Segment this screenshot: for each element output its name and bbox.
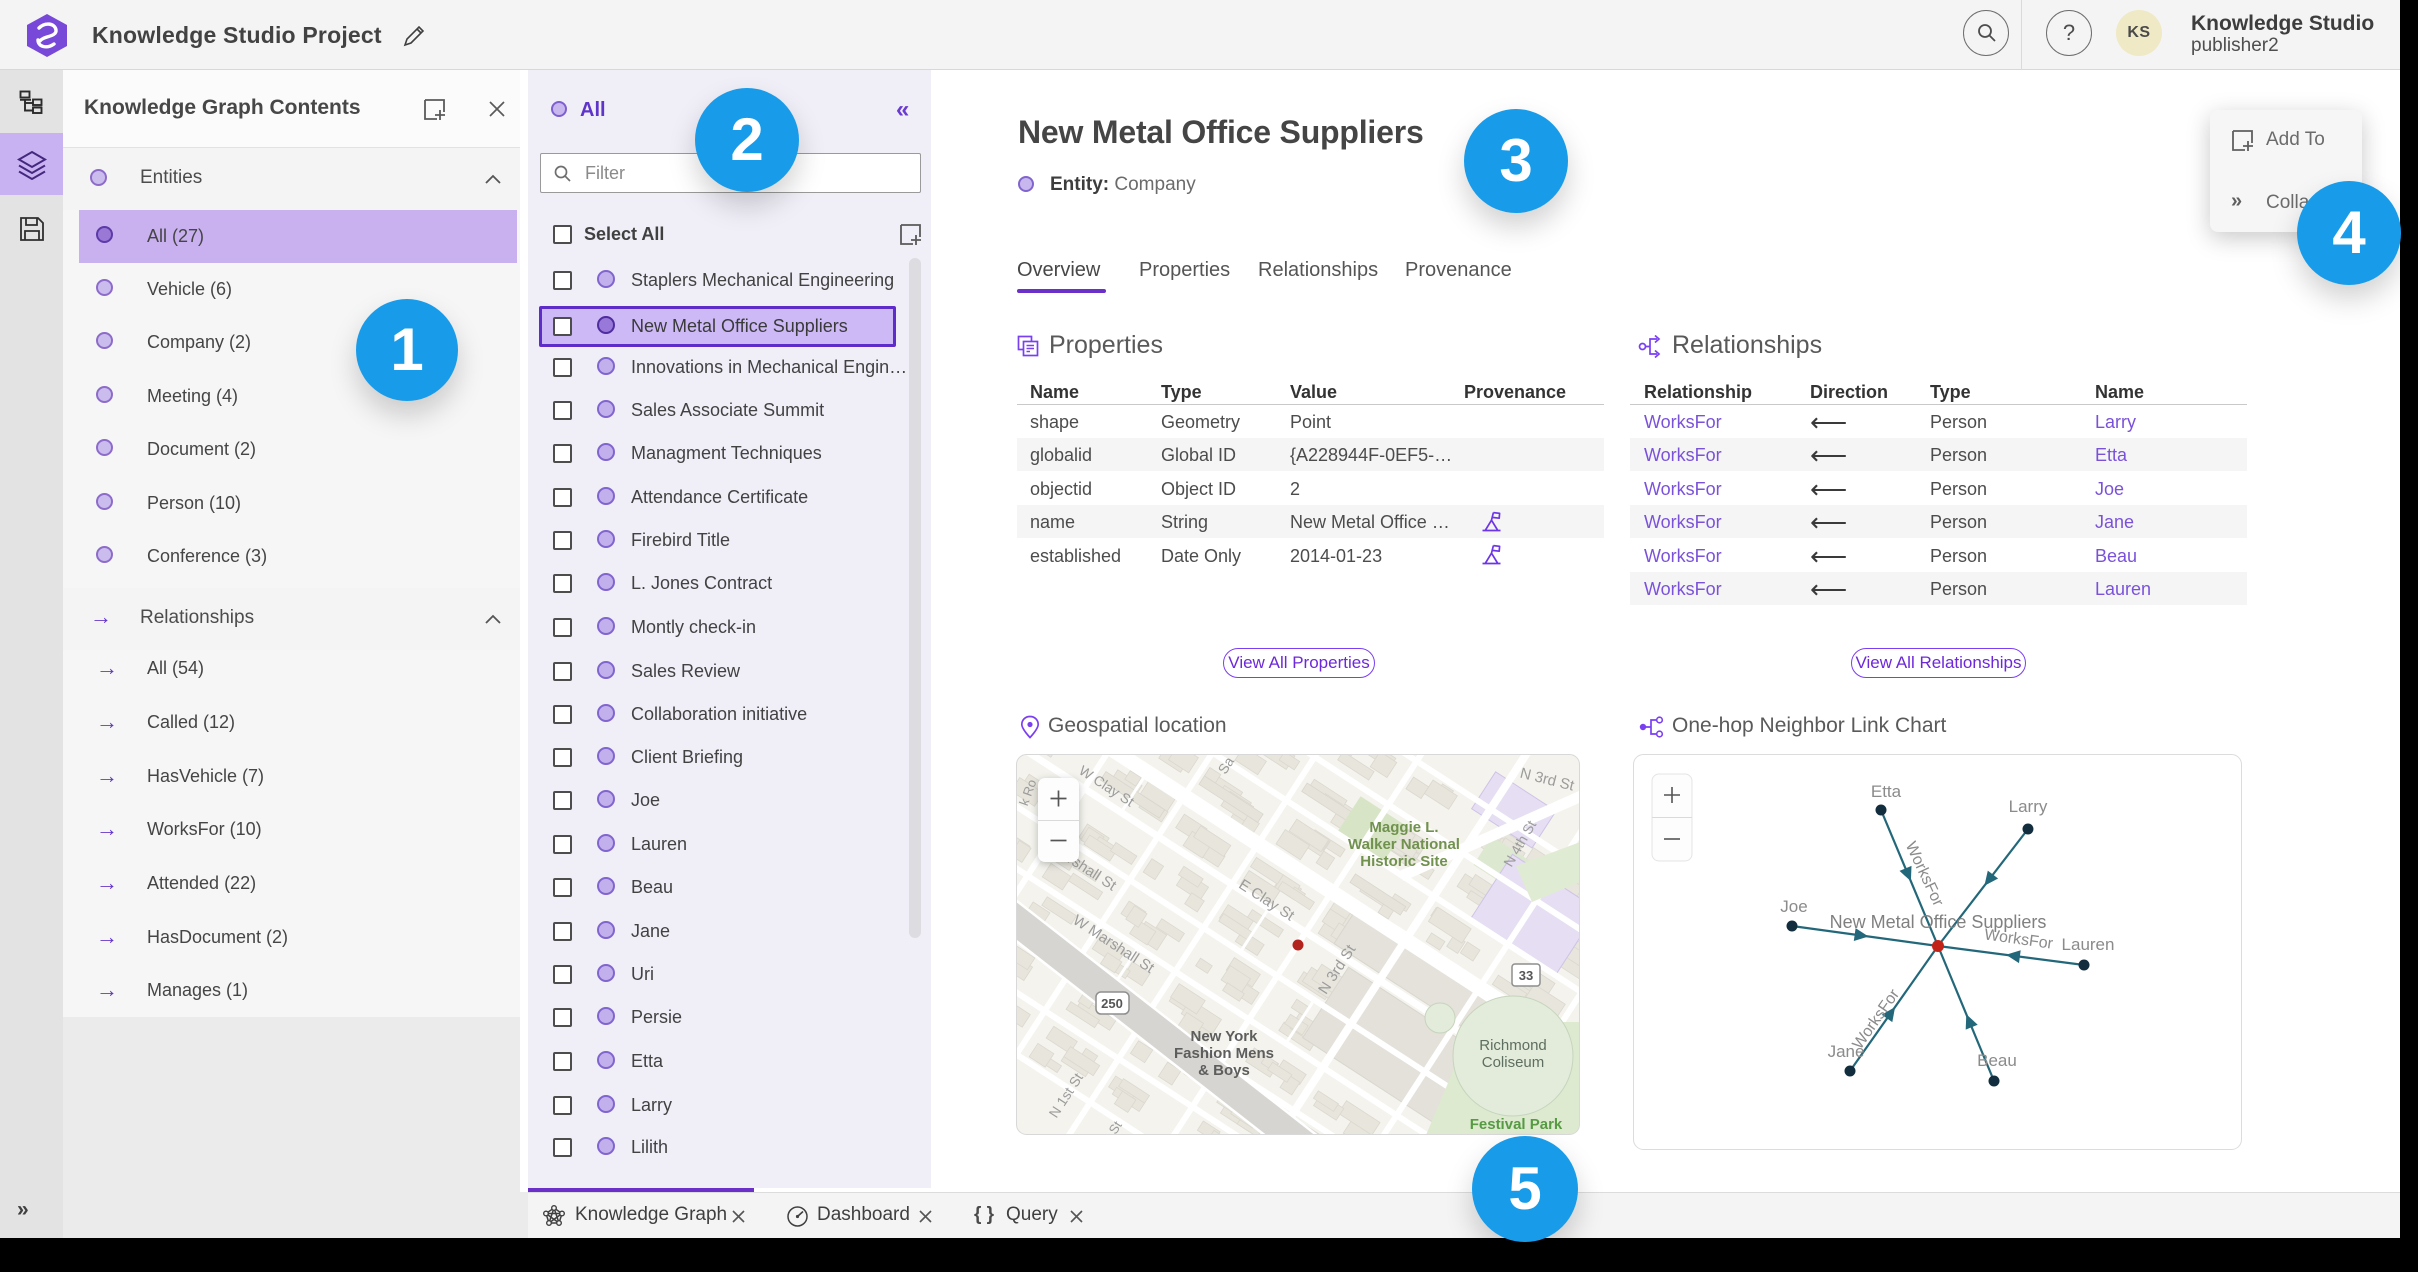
svg-text:Fashion Mens: Fashion Mens	[1174, 1045, 1274, 1062]
svg-text:New Metal Office Suppliers: New Metal Office Suppliers	[1830, 912, 2047, 932]
svg-text:Etta: Etta	[1871, 782, 1902, 801]
svg-text:Joe: Joe	[1780, 897, 1807, 916]
svg-text:Lauren: Lauren	[2062, 935, 2115, 954]
svg-text:Larry: Larry	[2009, 797, 2048, 816]
svg-text:Coliseum: Coliseum	[1482, 1054, 1545, 1071]
svg-text:250: 250	[1101, 996, 1123, 1011]
svg-text:Maggie L.: Maggie L.	[1369, 819, 1438, 836]
svg-text:Richmond: Richmond	[1479, 1037, 1547, 1054]
svg-text:Beau: Beau	[1977, 1051, 2017, 1070]
svg-text:Walker National: Walker National	[1348, 836, 1460, 853]
svg-text:Historic Site: Historic Site	[1360, 853, 1448, 870]
svg-text:New York: New York	[1191, 1028, 1259, 1045]
svg-text:& Boys: & Boys	[1198, 1062, 1250, 1079]
svg-text:33: 33	[1519, 968, 1533, 983]
svg-text:Festival Park: Festival Park	[1470, 1116, 1563, 1133]
